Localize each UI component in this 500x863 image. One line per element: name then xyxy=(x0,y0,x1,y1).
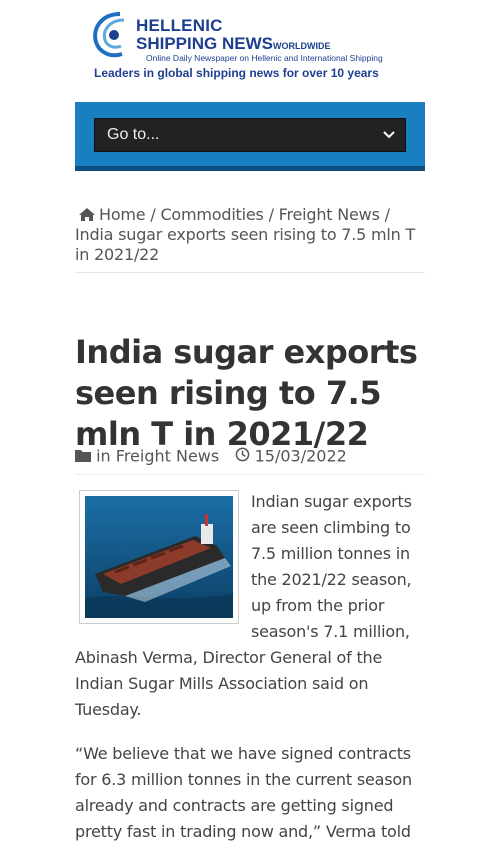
brand-line-1: HELLENIC xyxy=(136,16,223,35)
home-icon xyxy=(79,206,95,221)
chevron-down-icon xyxy=(383,119,395,162)
divider xyxy=(75,272,425,273)
divider xyxy=(75,474,425,475)
category-prefix: in xyxy=(96,446,111,466)
brand-suffix: WORLDWIDE xyxy=(272,41,331,51)
breadcrumb-freight-news-link[interactable]: Freight News xyxy=(279,205,380,224)
navigation-bar: Go to... xyxy=(75,102,425,171)
brand-subtitle: Online Daily Newspaper on Hellenic and I… xyxy=(146,53,383,63)
article-date: 15/03/2022 xyxy=(254,446,347,466)
breadcrumb-separator: / xyxy=(268,205,274,224)
goto-select[interactable]: Go to... xyxy=(94,118,406,152)
breadcrumb-separator: / xyxy=(384,205,390,224)
breadcrumb-home-link[interactable]: Home xyxy=(99,205,146,224)
breadcrumb-separator: / xyxy=(150,205,156,224)
breadcrumb-current: India sugar exports seen rising to 7.5 m… xyxy=(75,225,416,264)
article-title: India sugar exports seen rising to 7.5 m… xyxy=(75,333,418,454)
logo-swirl-icon xyxy=(93,12,125,58)
folder-icon xyxy=(75,447,96,466)
category-link[interactable]: Freight News xyxy=(116,447,219,466)
breadcrumb: Home / Commodities / Freight News / Indi… xyxy=(75,205,425,265)
brand-name: SHIPPING NEWS xyxy=(136,34,273,53)
goto-select-value: Go to... xyxy=(107,126,160,143)
article-paragraph-2: “We believe that we have signed contract… xyxy=(75,744,412,841)
breadcrumb-commodities-link[interactable]: Commodities xyxy=(160,205,263,224)
clock-icon xyxy=(235,447,255,466)
article-meta: in Freight News 15/03/2022 xyxy=(75,446,425,467)
article-body: Indian sugar exports are seen climbing t… xyxy=(75,489,425,863)
site-logo[interactable]: HELLENIC SHIPPING NEWSWORLDWIDE Online D… xyxy=(90,8,410,86)
brand-line-2: SHIPPING NEWSWORLDWIDE xyxy=(136,34,330,54)
brand-tagline: Leaders in global shipping news for over… xyxy=(94,66,379,80)
